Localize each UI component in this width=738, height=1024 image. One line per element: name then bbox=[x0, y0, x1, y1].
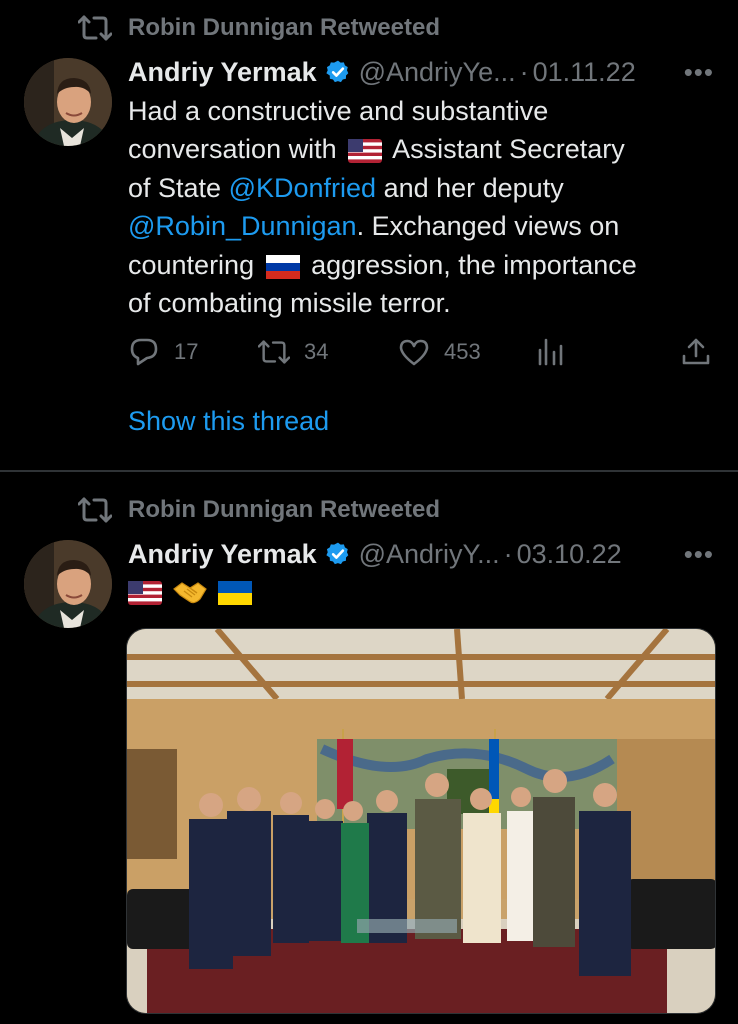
us-flag-emoji bbox=[348, 139, 383, 164]
tweet-text-line: of State bbox=[128, 172, 229, 203]
tweet-text-line: aggression, the importance bbox=[311, 249, 637, 280]
analytics-button[interactable] bbox=[534, 334, 580, 370]
retweet-count: 34 bbox=[304, 339, 329, 364]
more-options-button[interactable]: ••• bbox=[684, 539, 714, 570]
tweet-date[interactable]: 01.11.22 bbox=[533, 57, 636, 88]
like-icon bbox=[399, 339, 429, 366]
retweet-icon bbox=[78, 15, 112, 41]
header-separator: · bbox=[503, 538, 513, 569]
tweet-header: Andriy Yermak @AndriyY... · 03.10.22 ••• bbox=[128, 536, 714, 572]
verified-badge-icon bbox=[326, 60, 348, 83]
share-button[interactable] bbox=[680, 334, 726, 370]
avatar[interactable] bbox=[24, 540, 112, 628]
reply-icon bbox=[130, 338, 158, 366]
retweet-button[interactable]: 34 bbox=[258, 334, 328, 370]
reply-button[interactable]: 17 bbox=[128, 334, 198, 370]
like-count: 453 bbox=[444, 339, 481, 364]
analytics-icon bbox=[538, 338, 563, 366]
header-separator: · bbox=[519, 56, 529, 87]
more-options-button[interactable]: ••• bbox=[684, 57, 714, 88]
show-thread-link[interactable]: Show this thread bbox=[128, 406, 329, 437]
author-name[interactable]: Andriy Yermak bbox=[128, 57, 317, 88]
tweet-1[interactable]: Robin Dunnigan Retweeted Andriy Yermak @… bbox=[0, 0, 738, 470]
tweet-text: Had a constructive and substantive conve… bbox=[128, 92, 708, 322]
tweet-emojis bbox=[128, 576, 262, 610]
retweet-icon bbox=[258, 340, 290, 364]
tweet-text-line: and her deputy bbox=[376, 172, 564, 203]
author-handle[interactable]: @AndriyYe... bbox=[359, 57, 516, 88]
tweet-text-line: countering bbox=[128, 249, 255, 280]
avatar[interactable] bbox=[24, 58, 112, 146]
share-icon bbox=[682, 338, 710, 365]
ru-flag-emoji bbox=[265, 254, 300, 279]
tweet-text-line: Had a constructive and substantive bbox=[128, 96, 549, 126]
verified-badge-icon bbox=[326, 542, 348, 565]
retweeted-by-label: Robin Dunnigan Retweeted bbox=[128, 14, 440, 41]
tweet-text-line: conversation with bbox=[128, 134, 337, 165]
tweet-photo[interactable] bbox=[126, 628, 716, 1014]
us-flag-emoji bbox=[128, 581, 162, 605]
ua-flag-emoji bbox=[218, 581, 252, 605]
tweet-2[interactable]: Robin Dunnigan Retweeted Andriy Yermak @… bbox=[0, 472, 738, 1024]
retweet-indicator: Robin Dunnigan Retweeted bbox=[78, 12, 440, 44]
mention-link[interactable]: @KDonfried bbox=[229, 173, 376, 203]
retweet-icon bbox=[78, 497, 112, 523]
retweeted-by-label: Robin Dunnigan Retweeted bbox=[128, 496, 440, 523]
reply-count: 17 bbox=[174, 339, 199, 364]
tweet-text-line: of combating missile terror. bbox=[128, 288, 451, 319]
retweet-indicator: Robin Dunnigan Retweeted bbox=[78, 494, 440, 526]
mention-link[interactable]: @Robin_Dunnigan bbox=[128, 211, 357, 241]
author-handle[interactable]: @AndriyY... bbox=[359, 539, 500, 570]
tweet-date[interactable]: 03.10.22 bbox=[517, 539, 622, 570]
handshake-emoji bbox=[173, 582, 207, 604]
tweet-text-line: . Exchanged views on bbox=[356, 211, 620, 242]
tweet-text-line: Assistant Secretary bbox=[392, 134, 625, 165]
tweet-actions: 17 34 453 bbox=[128, 334, 714, 370]
tweet-header: Andriy Yermak @AndriyYe... · 01.11.22 ••… bbox=[128, 54, 714, 90]
like-button[interactable]: 453 bbox=[398, 334, 481, 370]
author-name[interactable]: Andriy Yermak bbox=[128, 539, 317, 570]
